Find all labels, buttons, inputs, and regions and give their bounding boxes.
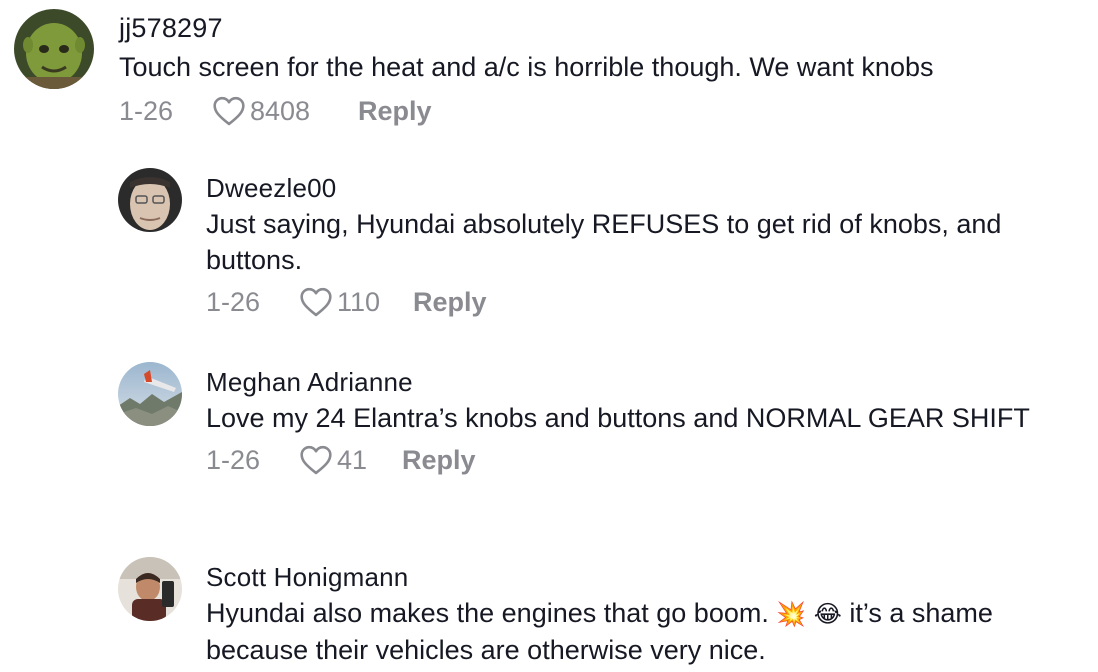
comment-username[interactable]: Meghan Adrianne: [206, 364, 1086, 400]
comment-text: Just saying, Hyundai absolutely REFUSES …: [206, 209, 1002, 275]
avatar[interactable]: [14, 9, 94, 89]
comment-text-part: Hyundai also makes the engines that go b…: [206, 598, 777, 628]
comment-date: 1-26: [119, 95, 174, 126]
reply-item: Meghan Adrianne Love my 24 Elantra’s kno…: [118, 362, 1086, 482]
reply-button[interactable]: Reply: [358, 96, 432, 127]
heart-outline-icon[interactable]: [299, 287, 333, 317]
heart-outline-icon[interactable]: [299, 445, 333, 475]
heart-outline-icon[interactable]: [212, 96, 246, 126]
avatar[interactable]: [118, 362, 182, 426]
like-count: 41: [337, 444, 368, 475]
comment-meta: 1-26 41 Reply: [206, 438, 1086, 482]
comment-username[interactable]: Dweezle00: [206, 170, 1086, 206]
comment-date: 1-26: [206, 286, 261, 317]
like-button[interactable]: 110: [299, 287, 413, 318]
like-count: 110: [337, 286, 381, 317]
reply-item: Dweezle00 Just saying, Hyundai absolutel…: [118, 168, 1086, 324]
comment-item: jj578297 Touch screen for the heat and a…: [14, 9, 1079, 133]
comment-text: Love my 24 Elantra’s knobs and buttons a…: [206, 403, 1030, 433]
reply-button[interactable]: Reply: [413, 287, 487, 318]
comment-date: 1-26: [206, 444, 261, 475]
like-button[interactable]: 8408: [212, 96, 358, 127]
laughing-tears-emoji-icon: 😂: [813, 600, 842, 628]
comment-text: Hyundai also makes the engines that go b…: [206, 595, 1086, 668]
comment-username[interactable]: jj578297: [119, 9, 1079, 47]
reply-button[interactable]: Reply: [402, 445, 476, 476]
like-count: 8408: [250, 95, 311, 126]
avatar[interactable]: [118, 557, 182, 621]
comment-username[interactable]: Scott Honigmann: [206, 559, 1086, 595]
avatar[interactable]: [118, 168, 182, 232]
reply-item: Scott Honigmann Hyundai also makes the e…: [118, 557, 1086, 668]
collision-emoji-icon: 💥: [776, 600, 807, 628]
like-button[interactable]: 41: [299, 445, 402, 476]
comment-meta: 1-26 8408 Reply: [119, 89, 1079, 133]
comment-meta: 1-26 110 Reply: [206, 280, 1086, 324]
comment-text: Touch screen for the heat and a/c is hor…: [119, 52, 934, 82]
